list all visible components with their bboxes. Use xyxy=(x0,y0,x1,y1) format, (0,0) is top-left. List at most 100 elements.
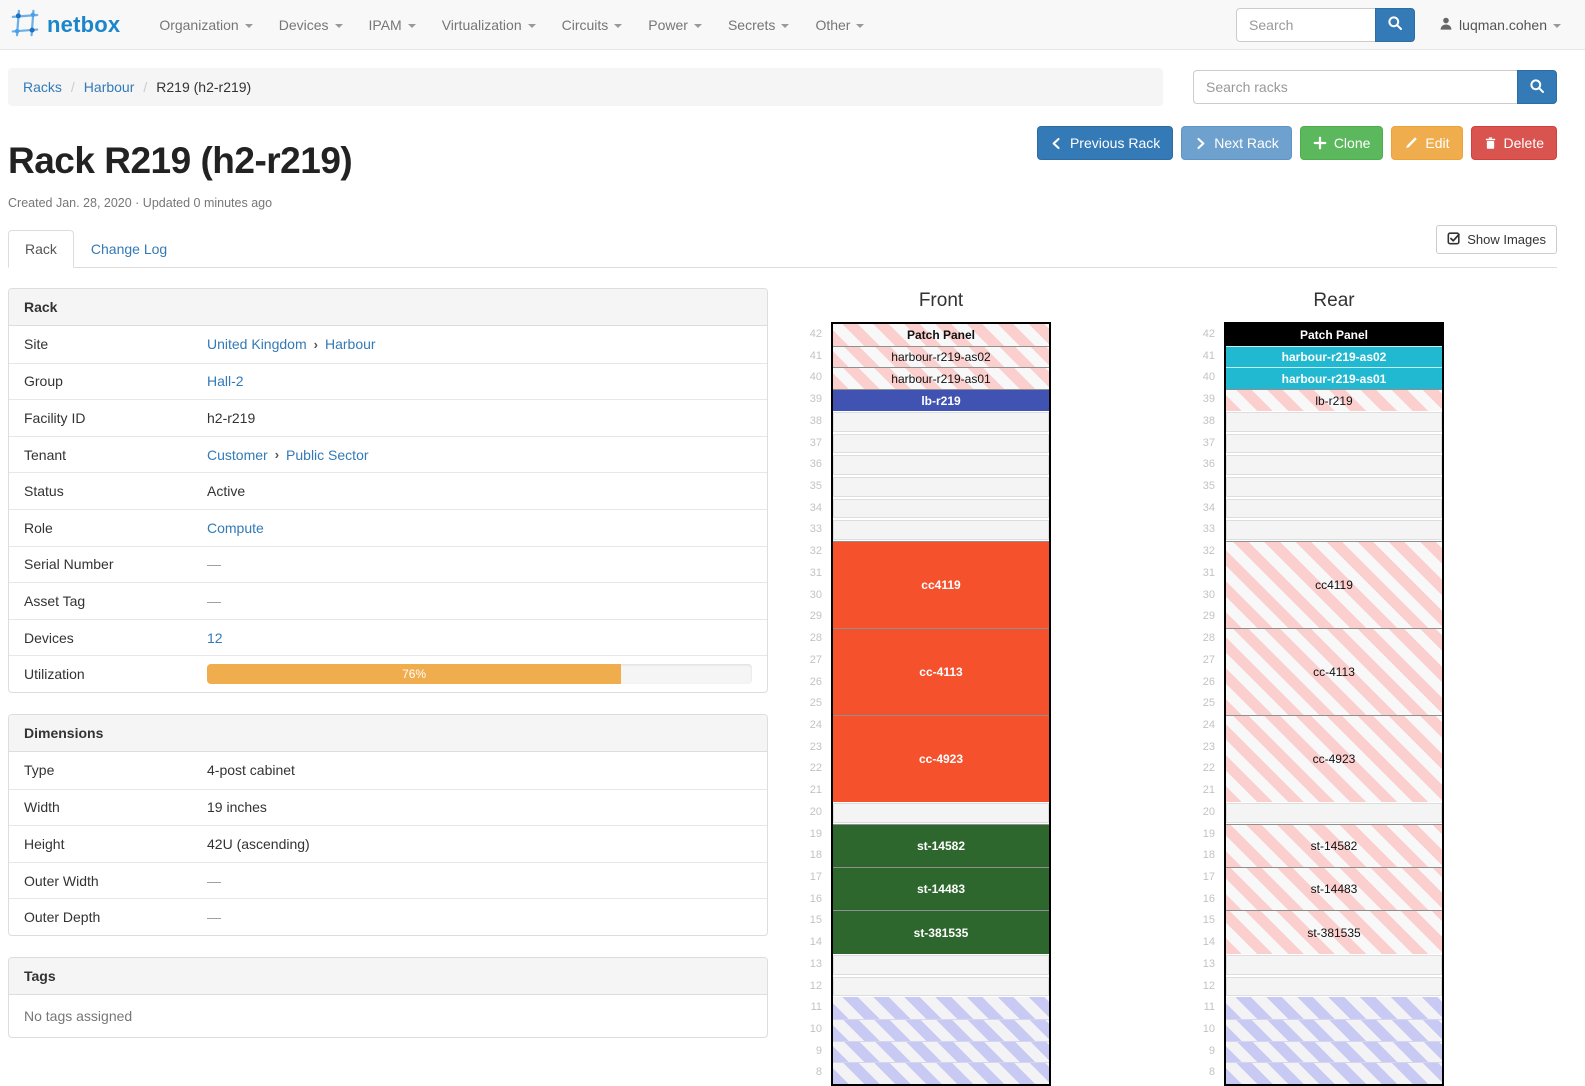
edit-button[interactable]: Edit xyxy=(1391,126,1462,160)
unit-number: 18 xyxy=(1189,845,1215,867)
rack-panel-title: Rack xyxy=(9,289,767,326)
table-row: Facility IDh2-r219 xyxy=(9,399,767,436)
unit-number: 35 xyxy=(1189,476,1215,498)
rack-device[interactable]: harbour-r219-as02 xyxy=(833,346,1049,368)
menu-item-secrets[interactable]: Secrets xyxy=(715,0,802,50)
value-link[interactable]: Public Sector xyxy=(286,447,368,463)
table-row: Asset Tag— xyxy=(9,582,767,619)
unit-number: 40 xyxy=(1189,367,1215,389)
rack-device[interactable]: Patch Panel xyxy=(833,324,1049,346)
value-link[interactable]: Harbour xyxy=(325,336,376,352)
breadcrumb-link[interactable]: Racks xyxy=(23,79,62,95)
rack-device[interactable]: st-14582 xyxy=(1226,824,1442,867)
rack-search xyxy=(1193,70,1557,104)
empty-slot-fill xyxy=(1226,803,1442,823)
rack-device[interactable]: harbour-r219-as02 xyxy=(1226,346,1442,368)
device-name: harbour-r219-as02 xyxy=(891,350,990,364)
empty-slot-fill xyxy=(833,520,1049,540)
rack-device[interactable]: cc-4923 xyxy=(833,715,1049,802)
device-name: st-14582 xyxy=(1311,839,1358,853)
breadcrumb-link[interactable]: Harbour xyxy=(84,79,135,95)
next-rack-button[interactable]: Next Rack xyxy=(1181,126,1292,160)
rack-device[interactable]: harbour-r219-as01 xyxy=(1226,367,1442,389)
menu-item-devices[interactable]: Devices xyxy=(266,0,356,50)
front-unit-rail: 4241403938373635343332313029282726252423… xyxy=(796,322,822,1086)
value-link[interactable]: 12 xyxy=(207,630,223,646)
value-link[interactable]: Compute xyxy=(207,520,264,536)
menu-item-other[interactable]: Other xyxy=(802,0,877,50)
delete-button[interactable]: Delete xyxy=(1471,126,1557,160)
rack-device[interactable]: st-381535 xyxy=(833,910,1049,953)
menu-item-ipam[interactable]: IPAM xyxy=(356,0,429,50)
menu-item-power[interactable]: Power xyxy=(635,0,715,50)
empty-slot-fill xyxy=(833,412,1049,432)
unit-number: 19 xyxy=(796,824,822,846)
breadcrumb: Racks/Harbour/R219 (h2-r219) xyxy=(8,68,1163,106)
unit-number: 22 xyxy=(1189,758,1215,780)
value-link[interactable]: Hall-2 xyxy=(207,373,244,389)
global-search-button[interactable] xyxy=(1375,8,1415,42)
rack-empty-slot xyxy=(833,433,1049,455)
rack-device[interactable]: st-14483 xyxy=(833,867,1049,910)
rack-search-button[interactable] xyxy=(1517,70,1557,104)
row-label: Status xyxy=(24,483,207,499)
menu-item-organization[interactable]: Organization xyxy=(146,0,265,50)
device-name: st-381535 xyxy=(914,926,969,940)
user-menu[interactable]: luqman.cohen xyxy=(1439,16,1561,34)
device-name: cc4119 xyxy=(1315,578,1353,592)
rack-device[interactable]: cc4119 xyxy=(833,541,1049,628)
row-label: Serial Number xyxy=(24,556,207,572)
value-link[interactable]: Customer xyxy=(207,447,268,463)
rack-device[interactable]: cc-4113 xyxy=(833,628,1049,715)
row-label: Group xyxy=(24,373,207,389)
row-label: Facility ID xyxy=(24,410,207,426)
menu-item-virtualization[interactable]: Virtualization xyxy=(429,0,549,50)
clone-button[interactable]: Clone xyxy=(1300,126,1384,160)
tab-change-log[interactable]: Change Log xyxy=(74,230,184,268)
menu-item-circuits[interactable]: Circuits xyxy=(549,0,636,50)
rack-device[interactable]: lb-r219 xyxy=(1226,389,1442,411)
tab-rack[interactable]: Rack xyxy=(8,230,74,268)
main-menu: OrganizationDevicesIPAM Virtualization Cir… xyxy=(146,0,877,50)
front-rack-diagram: Patch Panel harbour-r219-as02 harbour-r219… xyxy=(831,322,1051,1086)
unit-number: 23 xyxy=(796,737,822,759)
global-search xyxy=(1236,8,1415,42)
rack-empty-slot xyxy=(833,802,1049,824)
chevron-down-icon xyxy=(1553,24,1561,28)
value-text: Active xyxy=(207,483,245,499)
menu-item-label: Other xyxy=(815,17,850,33)
netbox-brand[interactable]: netbox xyxy=(10,8,120,41)
unit-number: 34 xyxy=(796,498,822,520)
table-row: SiteUnited Kingdom›Harbour xyxy=(9,326,767,363)
table-row: StatusActive xyxy=(9,472,767,509)
rack-device[interactable]: st-14582 xyxy=(833,824,1049,867)
unit-number: 39 xyxy=(796,389,822,411)
chevron-left-icon xyxy=(1050,136,1063,151)
value-link[interactable]: United Kingdom xyxy=(207,336,307,352)
rack-reservation xyxy=(1226,1041,1442,1063)
dimensions-panel: Dimensions Type4-post cabinetWidth19 inc… xyxy=(8,714,768,936)
unit-number: 33 xyxy=(796,519,822,541)
row-value: 12 xyxy=(207,630,752,646)
rack-device[interactable]: cc-4113 xyxy=(1226,628,1442,715)
global-search-input[interactable] xyxy=(1236,8,1375,42)
chevron-right-separator: › xyxy=(275,447,279,462)
rack-device[interactable]: harbour-r219-as01 xyxy=(833,367,1049,389)
unit-number: 17 xyxy=(1189,867,1215,889)
row-value: Active xyxy=(207,483,752,499)
row-value: 76% xyxy=(207,664,752,684)
unit-number: 31 xyxy=(1189,563,1215,585)
show-images-button[interactable]: Show Images xyxy=(1436,225,1557,254)
rack-device[interactable]: lb-r219 xyxy=(833,389,1049,411)
rack-device[interactable]: cc4119 xyxy=(1226,541,1442,628)
rack-search-input[interactable] xyxy=(1193,70,1517,104)
device-name: harbour-r219-as02 xyxy=(1282,350,1387,364)
unit-number: 25 xyxy=(796,693,822,715)
rack-device[interactable]: cc-4923 xyxy=(1226,715,1442,802)
previous-rack-button[interactable]: Previous Rack xyxy=(1037,126,1173,160)
rack-device[interactable]: st-14483 xyxy=(1226,867,1442,910)
rack-device[interactable]: Patch Panel xyxy=(1226,324,1442,346)
unit-number: 37 xyxy=(796,433,822,455)
rack-device[interactable]: st-381535 xyxy=(1226,910,1442,953)
menu-item-label: Virtualization xyxy=(442,17,522,33)
